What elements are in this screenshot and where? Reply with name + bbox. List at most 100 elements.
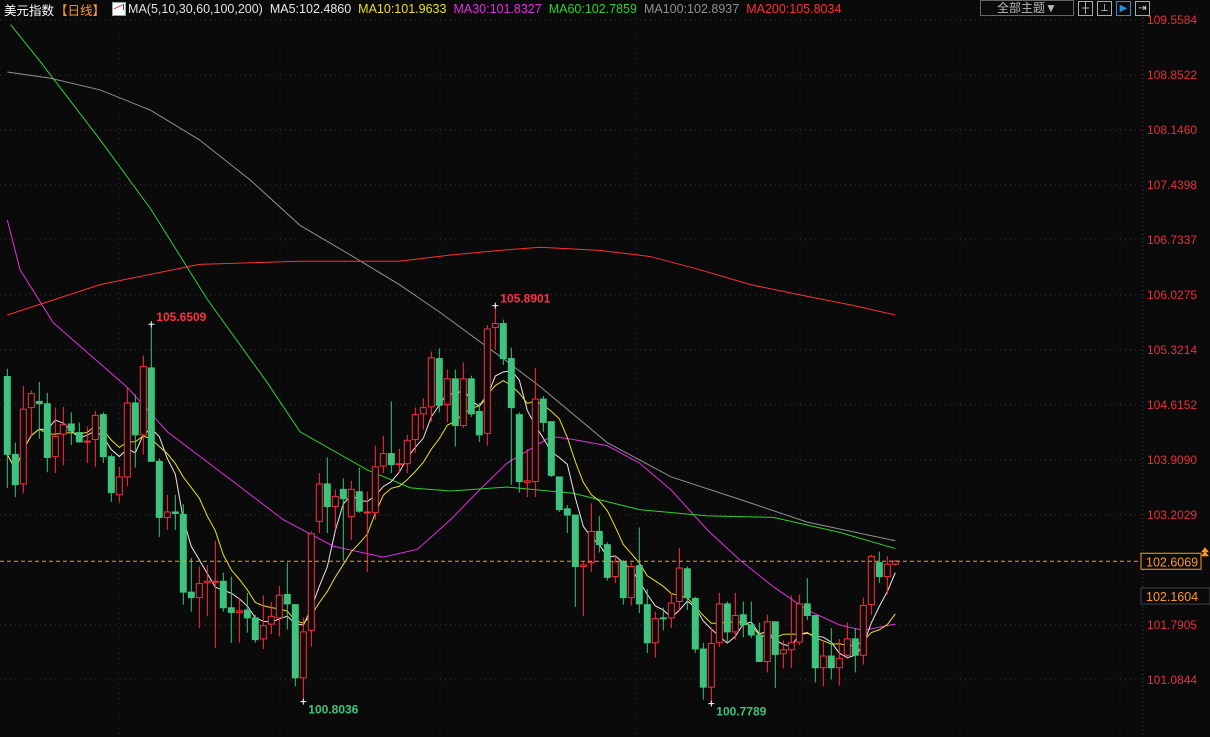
- candle-body: [675, 567, 683, 603]
- candle: [251, 614, 259, 643]
- candle-body: [363, 511, 371, 514]
- candle-body: [315, 483, 323, 522]
- candle-body: [99, 414, 107, 458]
- candle: [371, 445, 379, 520]
- candle-body: [43, 403, 51, 458]
- candle-body: [155, 460, 163, 518]
- marker-price-label: 102.1604: [1146, 590, 1198, 604]
- candle-body: [579, 564, 587, 567]
- candle: [355, 467, 363, 513]
- candle: [747, 601, 755, 639]
- candle-body: [867, 555, 875, 606]
- candle: [699, 642, 707, 700]
- candle: [851, 627, 859, 673]
- candle: [323, 457, 331, 533]
- candle-body: [667, 602, 675, 619]
- candle: [499, 319, 507, 365]
- candle-body: [411, 414, 419, 441]
- candle: [467, 375, 475, 417]
- candle-body: [747, 624, 755, 636]
- candle-body: [723, 603, 731, 633]
- y-tick-label: 103.2029: [1147, 508, 1197, 522]
- candle: [99, 412, 107, 463]
- candle-body: [419, 407, 427, 415]
- candle: [347, 480, 355, 540]
- candle: [107, 454, 115, 502]
- candle-body: [739, 614, 747, 626]
- extreme-marker: [148, 321, 155, 328]
- candle-body: [339, 488, 347, 500]
- candle-body: [819, 655, 827, 669]
- candle-body: [491, 323, 499, 328]
- candle: [91, 410, 99, 467]
- candle: [459, 362, 467, 428]
- candle: [619, 560, 627, 605]
- candle: [531, 367, 539, 498]
- candle-body: [811, 615, 819, 669]
- candle-body: [147, 367, 155, 462]
- candle: [123, 387, 131, 487]
- candle-body: [59, 424, 67, 435]
- candle-body: [171, 511, 179, 515]
- candle: [483, 325, 491, 446]
- candle-body: [595, 530, 603, 546]
- candle: [27, 390, 35, 438]
- candle: [51, 407, 59, 474]
- candle-body: [635, 565, 643, 605]
- candle-body: [835, 657, 843, 669]
- candle-body: [371, 466, 379, 514]
- candle-body: [507, 358, 515, 409]
- price-up-arrow-icon: [1201, 547, 1209, 557]
- y-tick-label: 108.8522: [1147, 68, 1197, 82]
- candle-body: [307, 533, 315, 631]
- candle: [651, 611, 659, 658]
- candle-body: [51, 435, 59, 458]
- candle: [411, 407, 419, 453]
- candle: [75, 422, 83, 443]
- candle-body: [859, 604, 867, 656]
- candle: [835, 638, 843, 686]
- candle: [235, 597, 243, 643]
- candle-body: [643, 604, 651, 644]
- y-tick-label: 109.5584: [1147, 13, 1197, 27]
- candle: [547, 421, 555, 477]
- candle: [491, 305, 499, 350]
- candlestick-chart[interactable]: 109.5584 108.8522 108.1460 107.4398 106.7337…: [0, 0, 1210, 737]
- candle: [643, 589, 651, 653]
- candle-body: [291, 604, 299, 679]
- candle: [635, 527, 643, 614]
- candle-body: [235, 610, 243, 613]
- candle: [555, 476, 563, 512]
- candle: [795, 594, 803, 646]
- candle-body: [787, 642, 795, 651]
- candle: [859, 597, 867, 665]
- candle: [67, 412, 75, 446]
- candle: [19, 385, 27, 494]
- candle-body: [843, 638, 851, 656]
- candle: [299, 617, 307, 702]
- candle-body: [179, 513, 187, 593]
- ma60-line: [10, 24, 896, 550]
- candle: [219, 572, 227, 612]
- candle-body: [707, 643, 715, 688]
- y-tick-label: 108.1460: [1147, 123, 1197, 137]
- candle: [11, 442, 19, 498]
- candle: [771, 621, 779, 688]
- candle-body: [875, 562, 883, 578]
- candle-body: [227, 607, 235, 613]
- candle-body: [331, 495, 339, 508]
- y-tick-label: 105.3214: [1147, 343, 1197, 357]
- candle-body: [691, 597, 699, 650]
- candle-body: [683, 568, 691, 599]
- candle-body: [443, 378, 451, 406]
- candle: [523, 448, 531, 498]
- y-tick-label: 106.0275: [1147, 288, 1197, 302]
- candle: [787, 595, 795, 668]
- candle-body: [219, 580, 227, 609]
- candle-body: [531, 398, 539, 483]
- candle-body: [275, 594, 283, 619]
- candle: [811, 615, 819, 683]
- candle: [395, 448, 403, 474]
- candle: [803, 578, 811, 621]
- extreme-label: 105.6509: [156, 310, 206, 324]
